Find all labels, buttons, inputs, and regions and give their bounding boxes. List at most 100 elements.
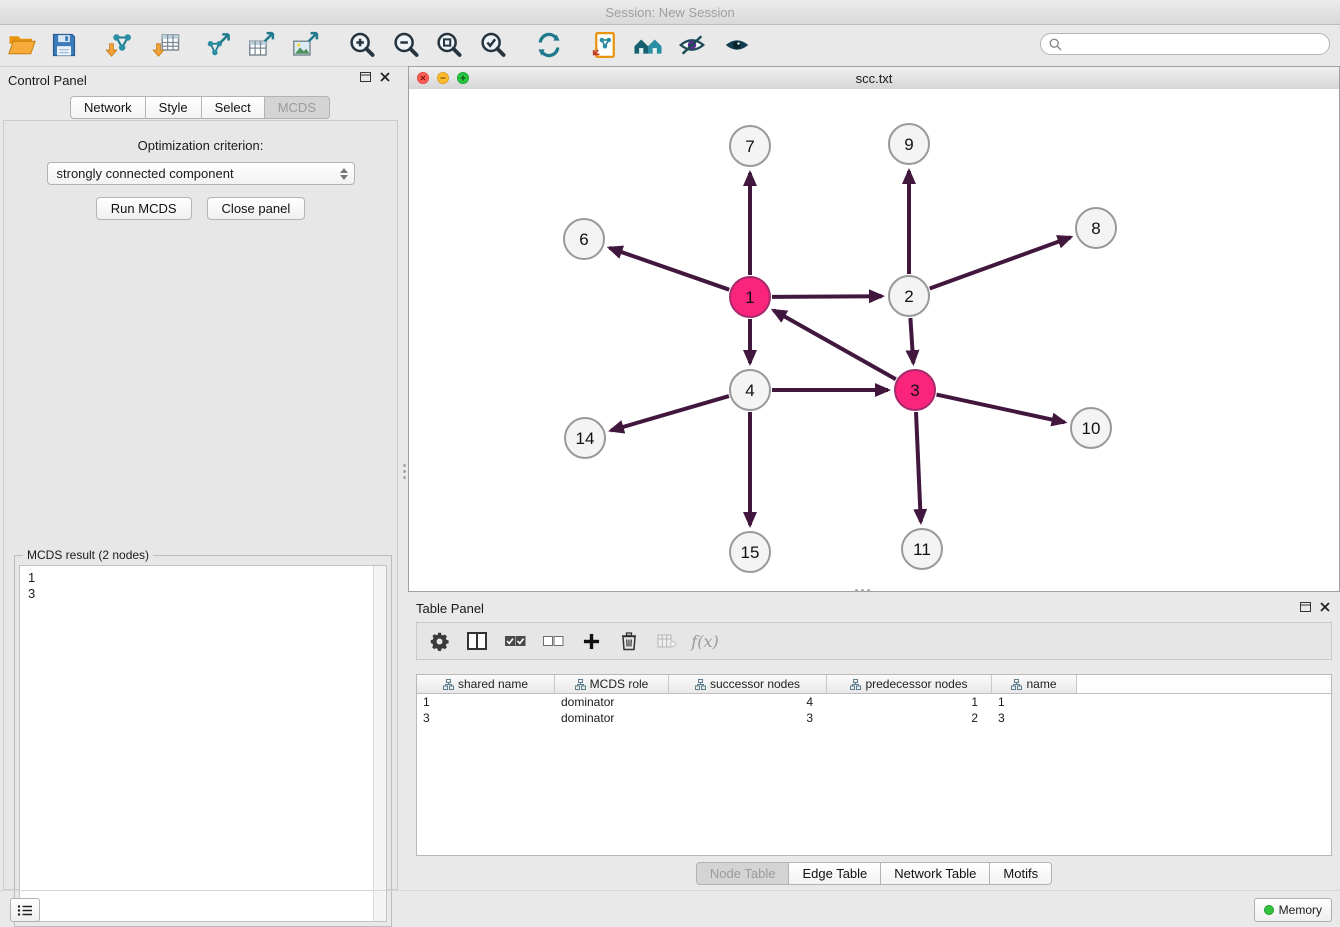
optimization-criterion-label: Optimization criterion: xyxy=(4,138,397,153)
zoom-in-button[interactable] xyxy=(345,28,379,62)
checked-boxes-icon xyxy=(504,634,526,648)
zoom-fit-button[interactable] xyxy=(432,28,466,62)
select-stepper-icon xyxy=(340,168,348,180)
mcds-result-box[interactable]: 13 xyxy=(19,565,387,922)
tab-network[interactable]: Network xyxy=(70,96,146,119)
column-type-icon xyxy=(695,679,706,690)
network-window-titlebar[interactable]: scc.txt xyxy=(409,67,1339,90)
graph-edge-1-6[interactable] xyxy=(610,248,730,290)
tab-node-table[interactable]: Node Table xyxy=(696,862,790,885)
delete-table-icon xyxy=(657,633,677,649)
tab-network-table[interactable]: Network Table xyxy=(881,862,990,885)
delete-table-button[interactable] xyxy=(655,629,679,653)
table-settings-button[interactable] xyxy=(427,629,451,653)
mcds-result-title: MCDS result (2 nodes) xyxy=(23,548,153,562)
table-panel-header: Table Panel xyxy=(408,596,1340,620)
apply-layout-button[interactable] xyxy=(532,28,566,62)
export-table-button[interactable] xyxy=(244,28,278,62)
main-toolbar xyxy=(0,25,1340,67)
select-all-button[interactable] xyxy=(503,629,527,653)
close-table-panel-icon[interactable] xyxy=(1320,602,1330,612)
vertical-splitter[interactable] xyxy=(400,66,408,890)
column-type-icon xyxy=(575,679,586,690)
maximize-window-icon[interactable] xyxy=(457,72,469,84)
graph-node-label: 4 xyxy=(745,381,754,400)
graph-node-label: 7 xyxy=(745,137,754,156)
graph-edge-3-10[interactable] xyxy=(937,395,1065,423)
import-network-icon xyxy=(104,30,134,60)
list-icon xyxy=(17,904,33,917)
home-button[interactable] xyxy=(631,28,665,62)
graph-edge-1-2[interactable] xyxy=(772,296,882,297)
memory-button[interactable]: Memory xyxy=(1254,898,1332,922)
graph-node-label: 15 xyxy=(741,543,760,562)
zoom-out-icon xyxy=(391,30,421,60)
style-details-button[interactable] xyxy=(675,28,709,62)
status-bar: Memory xyxy=(0,890,1340,927)
float-table-panel-icon[interactable] xyxy=(1300,602,1311,612)
zoom-selected-button[interactable] xyxy=(476,28,510,62)
column-header-shared-name[interactable]: shared name xyxy=(417,675,555,693)
network-overview-button[interactable] xyxy=(588,28,622,62)
column-header-predecessor-nodes[interactable]: predecessor nodes xyxy=(827,675,992,693)
float-panel-icon[interactable] xyxy=(360,72,371,82)
tab-motifs[interactable]: Motifs xyxy=(990,862,1052,885)
network-canvas[interactable]: 7968123410141511 xyxy=(409,89,1339,591)
table-header-row: shared nameMCDS rolesuccessor nodesprede… xyxy=(417,675,1331,694)
zoom-out-button[interactable] xyxy=(389,28,423,62)
table-panel-title: Table Panel xyxy=(416,601,484,616)
deselect-all-button[interactable] xyxy=(541,629,565,653)
memory-status-icon xyxy=(1264,905,1274,915)
show-columns-button[interactable] xyxy=(465,629,489,653)
criterion-select[interactable]: strongly connected component xyxy=(47,162,355,185)
table-cell: 3 xyxy=(417,710,555,726)
search-field[interactable] xyxy=(1040,33,1330,55)
result-scrollbar[interactable] xyxy=(373,566,386,921)
show-hide-details-button[interactable] xyxy=(720,28,754,62)
export-network-button[interactable] xyxy=(201,28,235,62)
close-panel-button[interactable]: Close panel xyxy=(207,197,306,220)
graph-edge-2-3[interactable] xyxy=(910,318,913,363)
horizontal-splitter[interactable] xyxy=(855,589,870,592)
graph-node-label: 8 xyxy=(1091,219,1100,238)
home-icon xyxy=(632,30,664,60)
graph-edge-2-8[interactable] xyxy=(930,237,1071,288)
close-window-icon[interactable] xyxy=(417,72,429,84)
add-column-button[interactable] xyxy=(579,629,603,653)
tab-style[interactable]: Style xyxy=(146,96,202,119)
run-mcds-button[interactable]: Run MCDS xyxy=(96,197,192,220)
network-graph: 7968123410141511 xyxy=(409,89,1339,591)
eye-icon xyxy=(722,30,752,60)
function-builder-button[interactable]: f(x) xyxy=(693,629,717,653)
column-header-name[interactable]: name xyxy=(992,675,1077,693)
save-session-button[interactable] xyxy=(47,28,81,62)
search-input[interactable] xyxy=(1067,36,1321,52)
export-image-button[interactable] xyxy=(288,28,322,62)
table-body: 1dominator4113dominator323 xyxy=(417,694,1331,726)
tab-select[interactable]: Select xyxy=(202,96,265,119)
minimize-window-icon[interactable] xyxy=(437,72,449,84)
close-panel-icon[interactable] xyxy=(380,72,390,82)
column-header-MCDS-role[interactable]: MCDS role xyxy=(555,675,669,693)
import-table-button[interactable] xyxy=(149,28,183,62)
unchecked-boxes-icon xyxy=(542,634,564,648)
task-history-button[interactable] xyxy=(10,898,40,922)
table-cell: dominator xyxy=(555,710,669,726)
mcds-result-lines: 13 xyxy=(20,566,386,602)
import-network-button[interactable] xyxy=(102,28,136,62)
save-icon xyxy=(50,31,78,59)
graph-edge-4-14[interactable] xyxy=(611,396,729,430)
mcds-panel: Optimization criterion: strongly connect… xyxy=(3,120,398,890)
table-cell: 3 xyxy=(992,710,1077,726)
delete-column-button[interactable] xyxy=(617,629,641,653)
tab-edge-table[interactable]: Edge Table xyxy=(789,862,881,885)
column-type-icon xyxy=(443,679,454,690)
open-file-button[interactable] xyxy=(5,28,39,62)
graph-edge-3-11[interactable] xyxy=(916,412,921,522)
table-cell: 4 xyxy=(669,694,827,710)
table-row[interactable]: 3dominator323 xyxy=(417,710,1331,726)
tab-mcds[interactable]: MCDS xyxy=(265,96,330,119)
column-header-successor-nodes[interactable]: successor nodes xyxy=(669,675,827,693)
table-row[interactable]: 1dominator411 xyxy=(417,694,1331,710)
graph-edge-3-1[interactable] xyxy=(774,310,896,379)
